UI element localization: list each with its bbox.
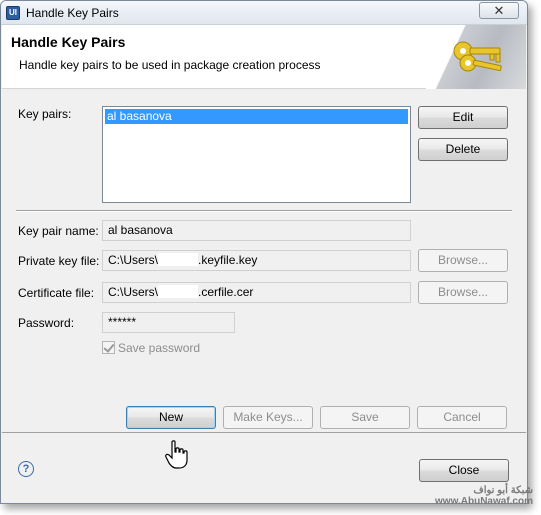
make-keys-button[interactable]: Make Keys...	[223, 406, 313, 429]
certificate-browse-button[interactable]: Browse...	[418, 281, 508, 304]
save-password-checkbox[interactable]	[102, 341, 115, 354]
save-password-label: Save password	[118, 341, 201, 355]
list-item[interactable]: al basanova	[105, 109, 408, 124]
redacted-username	[158, 285, 199, 298]
save-button[interactable]: Save	[320, 406, 410, 429]
window-title: Handle Key Pairs	[26, 6, 119, 20]
header-title: Handle Key Pairs	[11, 34, 126, 50]
watermark-arabic: شبكة أبو نواف	[473, 485, 533, 496]
private-key-path-prefix: C:\Users\	[108, 253, 159, 267]
separator	[16, 210, 512, 212]
private-key-browse-button[interactable]: Browse...	[418, 249, 508, 272]
certificate-path-prefix: C:\Users\	[108, 285, 159, 299]
save-password-row[interactable]: Save password	[102, 341, 200, 355]
private-key-field[interactable]: C:\Users\ .keyfile.key	[102, 250, 411, 271]
password-field[interactable]: ******	[102, 312, 235, 333]
key-pairs-label: Key pairs:	[18, 107, 72, 121]
hand-cursor-icon	[165, 440, 188, 469]
app-icon: UI	[6, 6, 20, 20]
cancel-button[interactable]: Cancel	[417, 406, 507, 429]
watermark-url: www.AbuNawaf.com	[435, 496, 533, 507]
watermark: شبكة أبو نواف www.AbuNawaf.com	[435, 485, 533, 507]
redacted-username	[158, 253, 199, 266]
key-pair-name-field[interactable]: al basanova	[102, 220, 411, 241]
header-description: Handle key pairs to be used in package c…	[19, 58, 321, 72]
window-close-button[interactable]: ✕	[479, 2, 519, 19]
password-label: Password:	[18, 316, 75, 330]
private-key-label: Private key file:	[18, 254, 100, 268]
dialog-content: Key pairs: al basanova Edit Delete Key p…	[2, 90, 526, 433]
banner-art	[426, 25, 526, 89]
close-button[interactable]: Close	[419, 459, 509, 482]
header-banner: Handle Key Pairs Handle key pairs to be …	[2, 25, 526, 89]
title-bar: UI Handle Key Pairs ✕	[1, 1, 527, 25]
certificate-field[interactable]: C:\Users\ .cerfile.cer	[102, 282, 411, 303]
private-key-path-suffix: .keyfile.key	[198, 253, 258, 267]
certificate-label: Certificate file:	[18, 286, 95, 300]
key-pairs-list[interactable]: al basanova	[102, 106, 411, 203]
edit-button[interactable]: Edit	[418, 106, 508, 129]
key-pair-name-label: Key pair name:	[18, 224, 99, 238]
certificate-path-suffix: .cerfile.cer	[198, 285, 254, 299]
dialog-window: UI Handle Key Pairs ✕ Handle Key Pairs H…	[0, 0, 528, 504]
keys-icon	[453, 41, 502, 72]
help-icon[interactable]: ?	[18, 461, 34, 477]
close-icon: ✕	[493, 3, 505, 18]
new-button[interactable]: New	[126, 406, 216, 429]
delete-button[interactable]: Delete	[418, 138, 508, 161]
